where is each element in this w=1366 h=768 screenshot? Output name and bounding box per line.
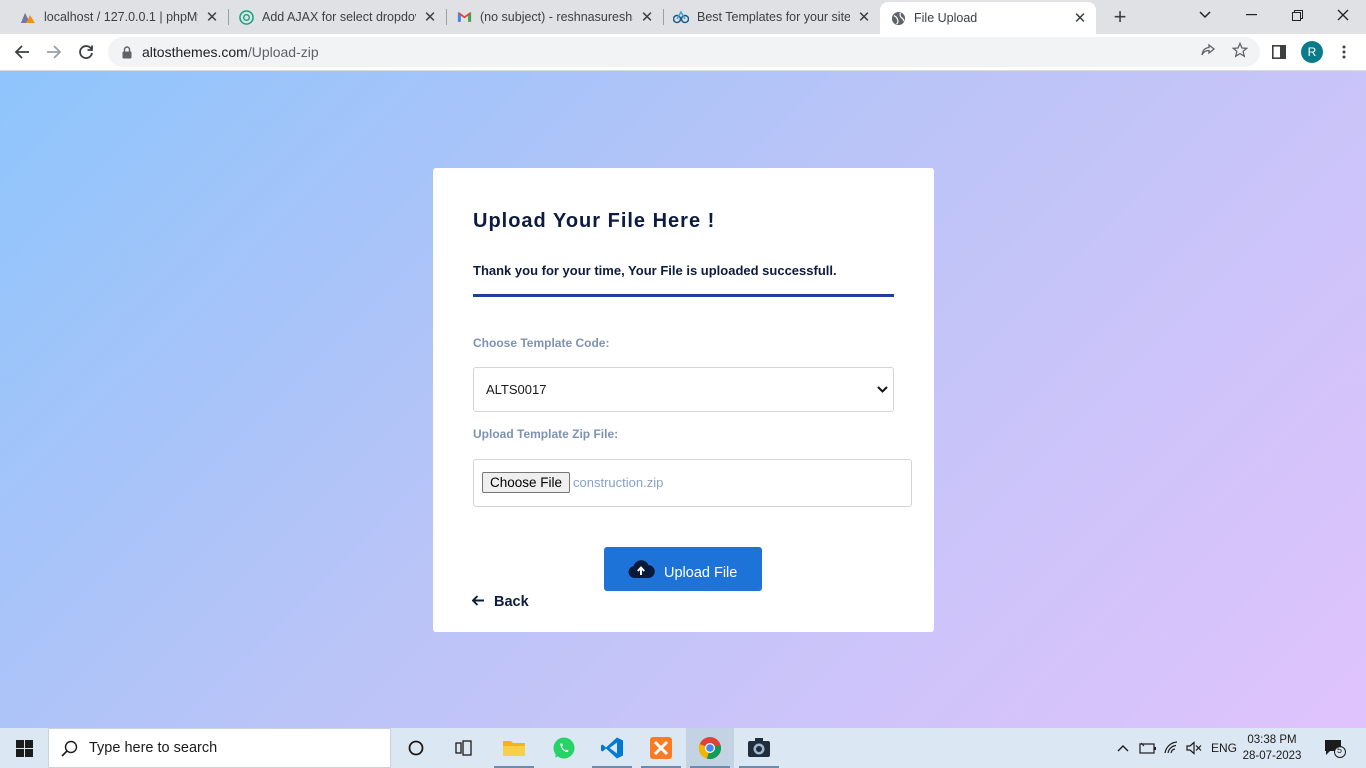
url-text: altosthemes.com/Upload-zip	[142, 44, 319, 60]
windows-start-icon[interactable]	[0, 728, 48, 768]
bookmark-star-icon[interactable]	[1231, 41, 1249, 59]
wifi-icon[interactable]	[1164, 740, 1180, 756]
address-bar[interactable]: altosthemes.com/Upload-zip	[108, 37, 1260, 67]
page-background: Upload Your File Here ! Thank you for yo…	[0, 71, 1366, 728]
template-code-select[interactable]: ALTS0017	[473, 367, 894, 412]
notification-center-icon[interactable]: 5	[1324, 738, 1346, 758]
chevron-down-icon	[875, 382, 889, 396]
search-icon	[61, 739, 79, 757]
template-code-value: ALTS0017	[486, 382, 547, 397]
cloud-upload-icon	[627, 557, 657, 581]
notification-count: 5	[1337, 745, 1343, 755]
whatsapp-icon[interactable]	[540, 728, 588, 768]
gmail-icon	[456, 9, 472, 25]
vscode-icon[interactable]	[588, 728, 636, 768]
kebab-menu-icon[interactable]	[1334, 42, 1354, 62]
phpmyadmin-icon	[20, 9, 36, 25]
file-explorer-icon[interactable]	[490, 728, 538, 768]
new-tab-plus-icon[interactable]: +	[1108, 4, 1132, 29]
back-label: Back	[494, 594, 529, 610]
upload-button-label: Upload File	[664, 565, 738, 581]
forward-arrow-icon[interactable]	[40, 38, 68, 66]
back-arrow-icon[interactable]	[8, 38, 36, 66]
camera-app-icon[interactable]	[735, 728, 783, 768]
chosen-file-name: construction.zip	[573, 475, 664, 490]
page-title: Upload Your File Here !	[473, 210, 716, 232]
search-placeholder: Type here to search	[89, 740, 218, 756]
tab-chatgpt[interactable]: Add AJAX for select dropdov ✕	[228, 0, 446, 34]
template-code-label: Choose Template Code:	[473, 336, 610, 350]
language-indicator[interactable]: ENG	[1211, 740, 1237, 756]
taskbar-search-box[interactable]: Type here to search	[48, 728, 391, 768]
reload-icon[interactable]	[72, 38, 100, 66]
windows-taskbar: Type here to search ENG 03:38 PM 28-07-2…	[0, 728, 1366, 768]
clock-date: 28-07-2023	[1242, 750, 1302, 762]
choose-file-button[interactable]: Choose File	[482, 472, 571, 493]
close-tab-icon[interactable]: ✕	[204, 9, 220, 26]
tab-search-chevron-icon[interactable]	[1182, 0, 1228, 30]
close-window-icon[interactable]	[1320, 0, 1366, 30]
lock-icon[interactable]	[120, 45, 134, 59]
zip-file-label: Upload Template Zip File:	[473, 427, 619, 441]
restore-icon[interactable]	[1274, 0, 1320, 30]
chevron-up-icon[interactable]	[1115, 740, 1131, 756]
xampp-icon[interactable]	[637, 728, 685, 768]
browser-toolbar: altosthemes.com/Upload-zip R	[0, 34, 1366, 71]
clock-time: 03:38 PM	[1247, 734, 1297, 746]
battery-icon[interactable]	[1139, 740, 1157, 756]
upload-file-button[interactable]: Upload File	[604, 547, 762, 591]
tab-best-templates[interactable]: Best Templates for your site ✕	[663, 0, 880, 34]
chatgpt-icon	[238, 9, 254, 25]
close-tab-icon[interactable]: ✕	[639, 9, 655, 26]
system-clock[interactable]: 03:38 PM 28-07-2023	[1240, 732, 1304, 764]
left-arrow-icon	[472, 593, 486, 607]
side-panel-icon[interactable]	[1269, 42, 1289, 62]
cortana-icon[interactable]	[392, 728, 440, 768]
close-tab-icon[interactable]: ✕	[422, 9, 438, 26]
browser-tab-strip: localhost / 127.0.0.1 | phpMy ✕ Add AJAX…	[0, 0, 1366, 34]
minimize-icon[interactable]	[1228, 0, 1274, 30]
profile-avatar[interactable]: R	[1301, 41, 1323, 63]
back-link[interactable]: Back	[472, 594, 529, 610]
share-icon[interactable]	[1199, 41, 1217, 59]
altos-icon	[673, 9, 689, 25]
close-tab-icon[interactable]: ✕	[1072, 10, 1088, 27]
chrome-icon[interactable]	[686, 728, 734, 768]
task-view-icon[interactable]	[440, 728, 488, 768]
close-tab-icon[interactable]: ✕	[856, 9, 872, 26]
speaker-muted-icon[interactable]	[1186, 740, 1202, 756]
tab-gmail[interactable]: (no subject) - reshnasuresh56 ✕	[446, 0, 663, 34]
success-message: Thank you for your time, Your File is up…	[473, 263, 837, 278]
globe-icon	[890, 10, 906, 26]
upload-card: Upload Your File Here ! Thank you for yo…	[433, 168, 934, 632]
divider	[473, 294, 894, 297]
tab-file-upload[interactable]: File Upload ✕	[880, 2, 1096, 34]
zip-file-input[interactable]: Choose File construction.zip	[473, 459, 912, 507]
tab-phpmyadmin[interactable]: localhost / 127.0.0.1 | phpMy ✕	[0, 0, 228, 34]
